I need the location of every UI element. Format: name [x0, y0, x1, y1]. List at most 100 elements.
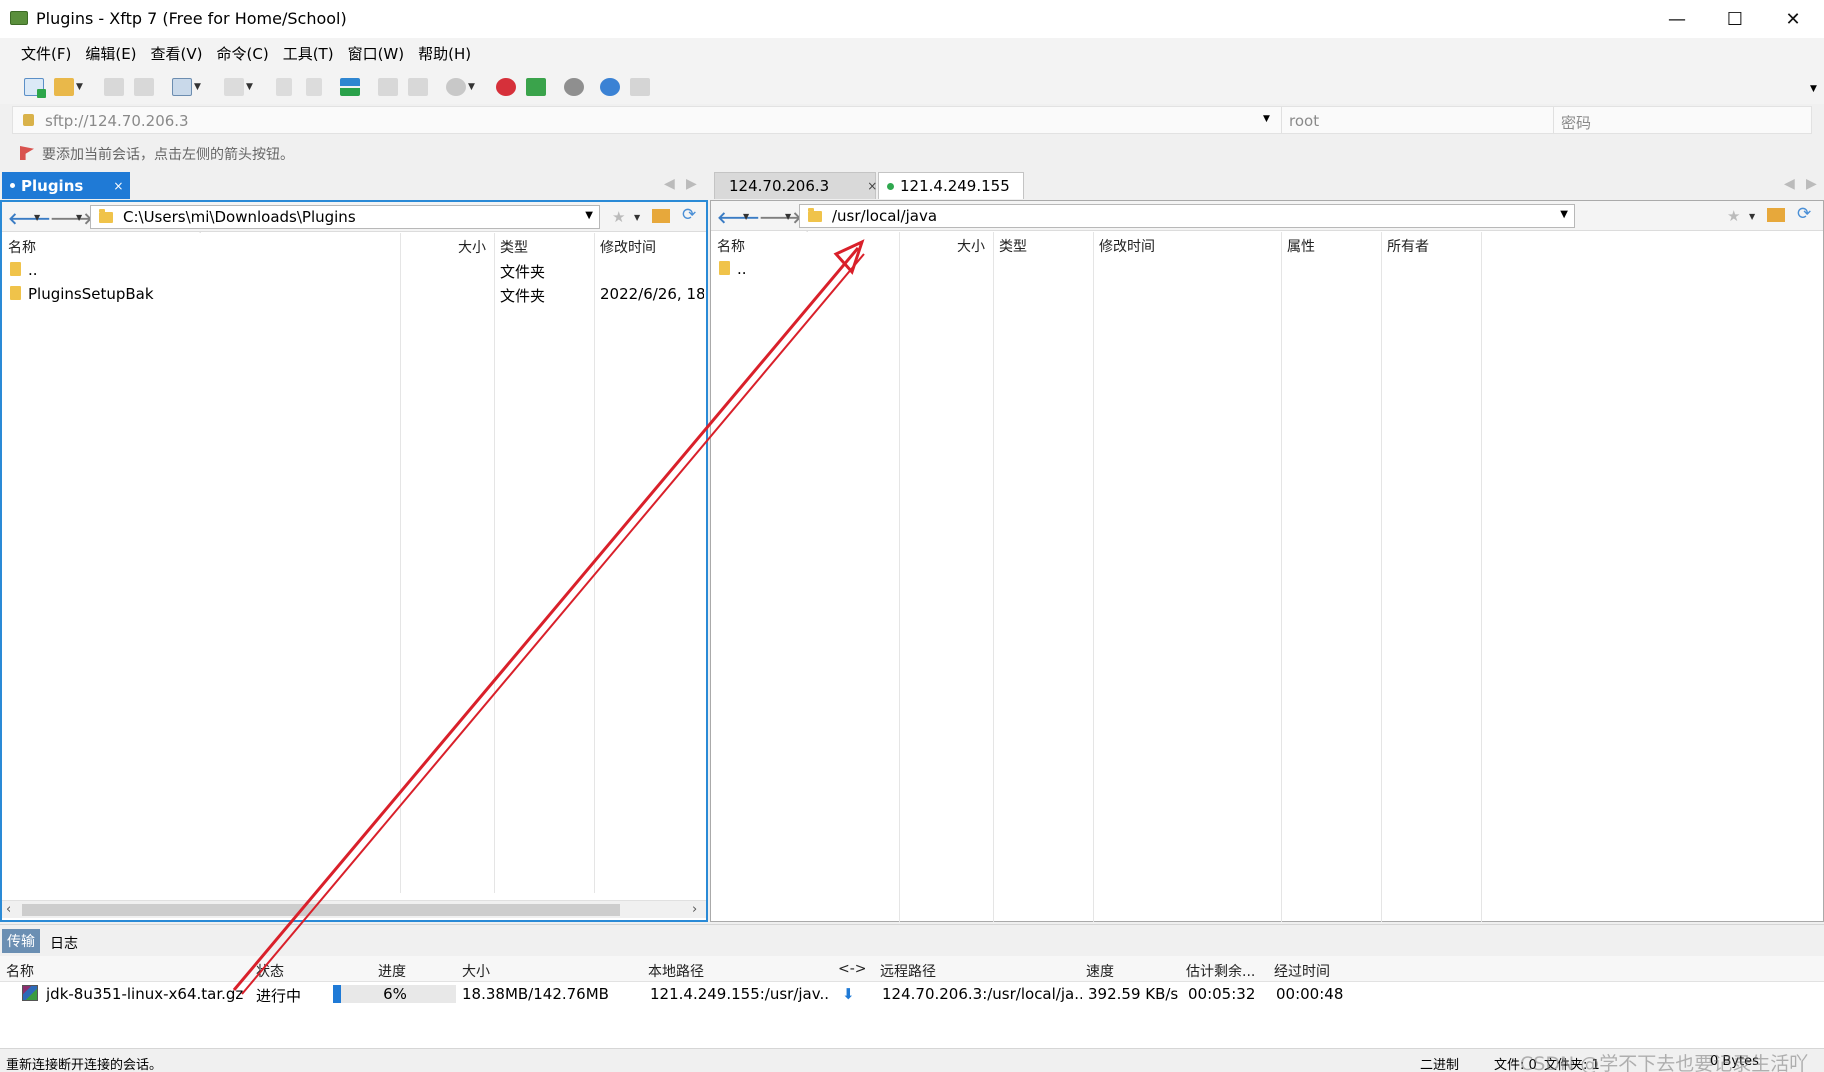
column-header-remote-path[interactable]: 远程路径	[880, 961, 936, 981]
tab-scroll-right-icon[interactable]: ▶	[1806, 176, 1817, 192]
star-icon[interactable]: ★	[612, 208, 625, 226]
menu-command[interactable]: 命令(C)	[210, 43, 276, 64]
transfer-row[interactable]: jdk-8u351-linux-x64.tar.gz 进行中 6% 18.38M…	[0, 982, 1824, 1006]
chevron-down-icon[interactable]: ▼	[585, 210, 593, 221]
close-tab-icon[interactable]: ×	[113, 179, 123, 193]
column-header-owner[interactable]: 所有者	[1387, 236, 1429, 256]
dropdown-caret-icon: ▼	[468, 82, 475, 92]
scroll-left-icon[interactable]: ‹	[6, 902, 11, 917]
back-history-caret-icon[interactable]: ▼	[743, 212, 749, 221]
feedback-button[interactable]	[630, 76, 650, 98]
record-button[interactable]: ▼	[446, 76, 475, 98]
column-header-size[interactable]: 大小	[957, 236, 985, 256]
column-header-type[interactable]: 类型	[500, 237, 528, 257]
forward-arrow-icon[interactable]: 🡒	[50, 208, 93, 228]
sync-button[interactable]	[340, 76, 360, 98]
column-header-name[interactable]: 名称	[8, 237, 36, 257]
close-button[interactable]: ✕	[1764, 0, 1822, 38]
password-input[interactable]: 密码	[1561, 112, 1591, 133]
tab-scroll-left-icon[interactable]: ◀	[664, 176, 675, 192]
forward-history-caret-icon[interactable]: ▼	[76, 213, 82, 222]
star-icon[interactable]: ★	[1727, 207, 1740, 225]
column-header-direction[interactable]: <->	[838, 961, 867, 977]
column-header-status[interactable]: 状态	[256, 961, 284, 981]
file-row[interactable]: PluginsSetupBak 文件夹 2022/6/26, 18:	[2, 282, 706, 305]
scrollbar-thumb[interactable]	[22, 904, 620, 916]
forward-arrow-icon[interactable]: 🡒	[759, 207, 802, 227]
disconnect-button[interactable]	[134, 76, 154, 98]
scroll-right-icon[interactable]: ›	[692, 902, 697, 917]
tab-scroll-left-icon[interactable]: ◀	[1784, 176, 1795, 192]
column-header-elapsed[interactable]: 经过时间	[1274, 961, 1330, 981]
bookmark-caret-icon[interactable]: ▼	[634, 213, 640, 222]
properties-button[interactable]	[408, 76, 428, 98]
column-header-speed[interactable]: 速度	[1086, 961, 1114, 981]
column-header-size[interactable]: 大小	[458, 237, 486, 257]
add-session-arrow-icon[interactable]	[20, 146, 34, 160]
tab-local-plugins[interactable]: Plugins ×	[2, 172, 130, 199]
column-header-name[interactable]: 名称	[717, 236, 745, 256]
column-header-eta[interactable]: 估计剩余...	[1186, 961, 1255, 981]
file-row[interactable]: .. 文件夹	[2, 258, 706, 281]
column-header-local-path[interactable]: 本地路径	[648, 961, 704, 981]
column-header-type[interactable]: 类型	[999, 236, 1027, 256]
tab-log[interactable]: 日志	[50, 933, 78, 953]
tab-remote-124[interactable]: 124.70.206.3 ×	[714, 172, 877, 199]
refresh-icon[interactable]: ⟳	[682, 205, 696, 225]
column-header-size[interactable]: 大小	[462, 961, 490, 981]
print-button[interactable]	[378, 76, 398, 98]
tab-remote-121[interactable]: 121.4.249.155	[878, 172, 1024, 199]
forward-history-caret-icon[interactable]: ▼	[785, 212, 791, 221]
username-input[interactable]: root	[1289, 112, 1319, 130]
xshell-button[interactable]	[496, 76, 516, 98]
menu-window[interactable]: 窗口(W)	[341, 43, 412, 64]
divider	[1281, 107, 1282, 133]
remote-file-pane: 🡐 ▼ 🡒 ▼ /usr/local/java ▼ ★ ▼ ⟳ ^ 名称 大小 …	[710, 200, 1824, 922]
close-tab-icon[interactable]: ×	[867, 179, 877, 193]
refresh-icon[interactable]: ⟳	[1797, 204, 1811, 224]
menu-help[interactable]: 帮助(H)	[411, 43, 478, 64]
menu-file[interactable]: 文件(F)	[14, 43, 78, 64]
remote-path-input[interactable]: /usr/local/java ▼	[799, 204, 1575, 228]
bookmark-caret-icon[interactable]: ▼	[1749, 212, 1755, 221]
tab-scroll-right-icon[interactable]: ▶	[686, 176, 697, 192]
column-header-modified[interactable]: 修改时间	[1099, 236, 1155, 256]
copy-button[interactable]	[276, 76, 292, 98]
dropdown-caret-icon: ▼	[246, 82, 253, 92]
connect-button[interactable]	[104, 76, 124, 98]
transfer-mode[interactable]: 二进制	[1420, 1054, 1459, 1072]
new-window-button[interactable]: ▼	[172, 76, 201, 98]
menu-view[interactable]: 查看(V)	[144, 43, 210, 64]
back-arrow-icon[interactable]: 🡐	[717, 207, 760, 227]
host-address-input[interactable]: sftp://124.70.206.3	[45, 112, 189, 130]
options-button[interactable]	[564, 76, 584, 98]
toolbar-overflow-icon[interactable]: ▼	[1810, 84, 1817, 94]
menu-tools[interactable]: 工具(T)	[276, 43, 341, 64]
remote-path-toolbar: 🡐 ▼ 🡒 ▼ /usr/local/java ▼ ★ ▼ ⟳	[711, 201, 1823, 231]
minimize-button[interactable]: —	[1648, 0, 1706, 38]
column-header-modified[interactable]: 修改时间	[600, 237, 656, 257]
tab-transfers[interactable]: 传输	[2, 929, 40, 953]
back-history-caret-icon[interactable]: ▼	[34, 213, 40, 222]
local-path-input[interactable]: C:\Users\mi\Downloads\Plugins ▼	[90, 205, 600, 229]
maximize-button[interactable]: ☐	[1706, 0, 1764, 38]
back-arrow-icon[interactable]: 🡐	[8, 208, 51, 228]
column-header-attributes[interactable]: 属性	[1287, 236, 1315, 256]
download-arrow-icon: ⬇	[842, 985, 855, 1003]
home-folder-icon[interactable]	[652, 209, 670, 223]
home-folder-icon[interactable]	[1767, 208, 1785, 222]
new-session-button[interactable]	[24, 76, 46, 98]
horizontal-scrollbar[interactable]: ‹ ›	[2, 900, 706, 918]
column-header-progress[interactable]: 进度	[378, 961, 406, 981]
file-row[interactable]: ..	[711, 257, 1823, 279]
help-button[interactable]	[600, 76, 620, 98]
column-header-name[interactable]: 名称	[6, 961, 34, 981]
open-session-button[interactable]: ▼	[54, 76, 83, 98]
address-dropdown-icon[interactable]: ▼	[1263, 114, 1270, 124]
paste-button[interactable]	[306, 76, 322, 98]
chevron-down-icon[interactable]: ▼	[1560, 209, 1568, 220]
menu-edit[interactable]: 编辑(E)	[78, 43, 143, 64]
layout-button[interactable]: ▼	[224, 76, 253, 98]
tab-label: Plugins	[21, 176, 84, 195]
terminal-button[interactable]	[526, 76, 546, 98]
